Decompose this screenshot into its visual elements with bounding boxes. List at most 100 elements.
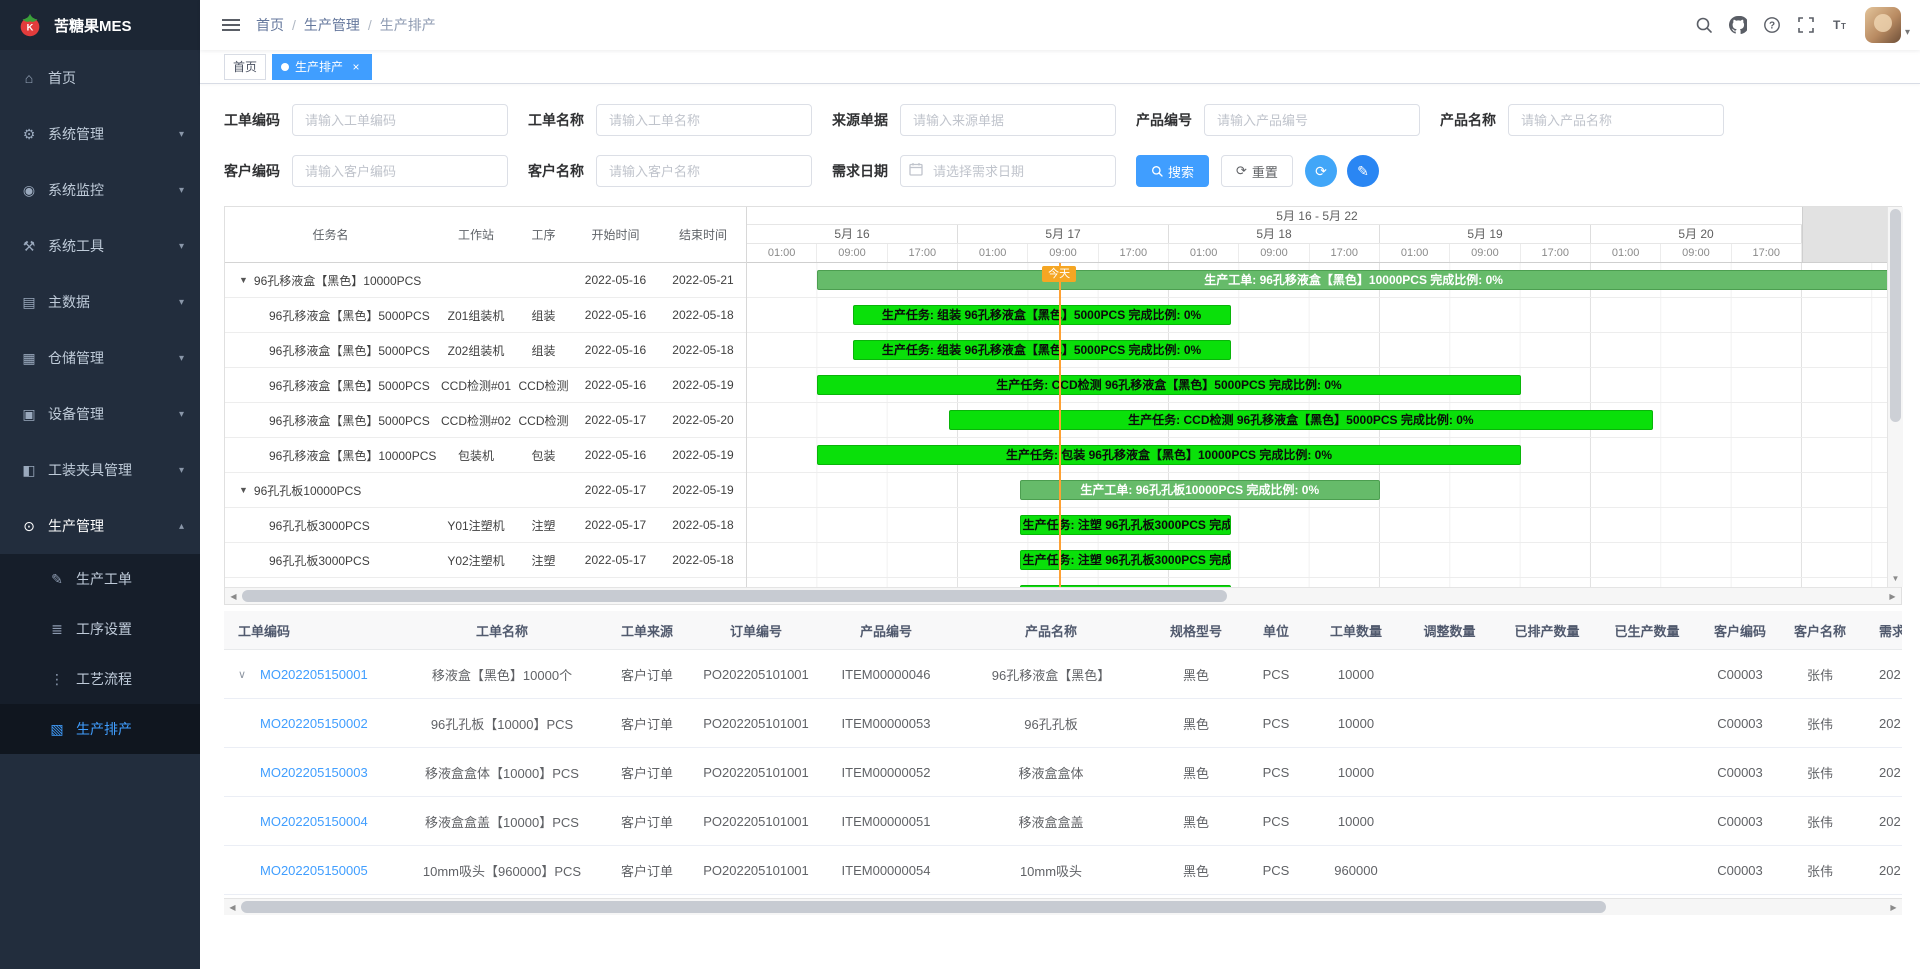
expand-icon[interactable]: ∨ (238, 668, 260, 681)
orders-horizontal-scrollbar[interactable]: ◀ ▶ (224, 898, 1902, 915)
gantt-grid-row[interactable]: 96孔移液盒【黑色】10000PCS包装机包装2022-05-162022-05… (225, 438, 746, 473)
scrollbar-thumb[interactable] (1890, 209, 1901, 422)
gantt-grid-cell: Y01注塑机 (436, 517, 516, 534)
scroll-down-icon[interactable]: ▼ (1888, 571, 1903, 587)
close-icon[interactable]: × (349, 60, 363, 74)
orders-row-0[interactable]: ∨MO202205150001移液盒【黑色】10000个客户订单PO202205… (224, 650, 1902, 699)
sidebar-subitem-1[interactable]: ≣工序设置 (0, 604, 200, 654)
logo-bar[interactable]: K 苦糖果MES (0, 0, 200, 50)
master-data-icon: ▤ (20, 294, 38, 311)
gantt-task-bar[interactable]: 生产任务: 注塑 96孔孔板3000PCS 完成比例: 0% (1020, 515, 1231, 535)
scrollbar-thumb[interactable] (241, 901, 1606, 913)
filter-input-5[interactable] (292, 155, 508, 187)
gantt-task-bar[interactable]: 生产任务: CCD检测 96孔移液盒【黑色】5000PCS 完成比例: 0% (949, 410, 1652, 430)
breadcrumb-item-1[interactable]: 生产管理 (304, 15, 360, 35)
chevron-down-icon[interactable]: ▾ (1905, 27, 1910, 38)
orders-row-1[interactable]: MO20220515000296孔孔板【10000】PCS客户订单PO20220… (224, 699, 1902, 748)
sidebar-subitem-3[interactable]: ▧生产排产 (0, 704, 200, 754)
gantt-horizontal-scrollbar[interactable]: ◀ ▶ (225, 587, 1901, 604)
filter-input-3[interactable] (1204, 104, 1420, 136)
sidebar-toggle-icon[interactable] (222, 16, 240, 34)
gantt-task-bar[interactable]: 生产任务: CCD检测 96孔移液盒【黑色】5000PCS 完成比例: 0% (817, 375, 1520, 395)
filter-input-4[interactable] (1508, 104, 1724, 136)
search-icon[interactable] (1687, 0, 1721, 50)
filter-input-6[interactable] (596, 155, 812, 187)
orders-row-3[interactable]: MO202205150004移液盒盒盖【10000】PCS客户订单PO20220… (224, 797, 1902, 846)
fullscreen-icon[interactable] (1789, 0, 1823, 50)
gantt-hour-label: 09:00 (1028, 244, 1098, 262)
sidebar-item-3[interactable]: ⚒系统工具▾ (0, 218, 200, 274)
user-avatar[interactable] (1865, 7, 1901, 43)
sidebar-item-6[interactable]: ▣设备管理▾ (0, 386, 200, 442)
search-button[interactable]: 搜索 (1136, 155, 1209, 187)
work-order-link[interactable]: MO202205150003 (260, 765, 368, 780)
work-order-link[interactable]: MO202205150001 (260, 667, 368, 682)
work-order-link[interactable]: MO202205150005 (260, 863, 368, 878)
gantt-task-bar[interactable]: 生产任务: 组装 96孔移液盒【黑色】5000PCS 完成比例: 0% (853, 305, 1231, 325)
sidebar-menu: ⌂首页⚙系统管理▾◉系统监控▾⚒系统工具▾▤主数据▾▦仓储管理▾▣设备管理▾◧工… (0, 50, 200, 754)
gantt-grid-row[interactable]: 96孔孔板3000PCSY03注塑机注塑2022-05-172022-05-18 (225, 578, 746, 587)
filter-input-2[interactable] (900, 104, 1116, 136)
gantt-task-bar[interactable]: 生产任务: 注塑 96孔孔板3000PCS 完成比例: 0% (1020, 550, 1231, 570)
gantt-grid-cell: 2022-05-16 (571, 378, 660, 392)
gantt-day-row: 5月 165月 175月 185月 195月 20 (747, 225, 1887, 244)
help-icon[interactable]: ? (1755, 0, 1789, 50)
orders-column-header-0: 工单编码 (224, 621, 402, 640)
gantt-project-bar[interactable]: 生产工单: 96孔移液盒【黑色】10000PCS 完成比例: 0% (817, 270, 1887, 290)
gantt-grid-row[interactable]: 96孔移液盒【黑色】5000PCSZ01组装机组装2022-05-162022-… (225, 298, 746, 333)
filter-input-0[interactable] (292, 104, 508, 136)
reset-button[interactable]: ⟳ 重置 (1221, 155, 1293, 187)
task-name: 96孔移液盒【黑色】10000PCS (254, 272, 421, 289)
tab-1[interactable]: 生产排产× (272, 54, 372, 80)
orders-row-4[interactable]: MO20220515000510mm吸头【960000】PCS客户订单PO202… (224, 846, 1902, 895)
sidebar-item-8[interactable]: ⊙生产管理▴ (0, 498, 200, 554)
work-order-link[interactable]: MO202205150002 (260, 716, 368, 731)
gantt-grid-row[interactable]: ▼96孔孔板10000PCS2022-05-172022-05-19 (225, 473, 746, 508)
breadcrumb-separator: / (368, 17, 372, 33)
gantt-grid-cell: 包装机 (436, 447, 516, 464)
gantt-grid-row[interactable]: 96孔孔板3000PCSY01注塑机注塑2022-05-172022-05-18 (225, 508, 746, 543)
orders-row-2[interactable]: MO202205150003移液盒盒体【10000】PCS客户订单PO20220… (224, 748, 1902, 797)
gantt-grid-row[interactable]: 96孔移液盒【黑色】5000PCSZ02组装机组装2022-05-162022-… (225, 333, 746, 368)
task-name: 96孔移液盒【黑色】5000PCS (269, 412, 430, 429)
orders-cell: PCS (1242, 863, 1310, 878)
gantt-grid-row[interactable]: 96孔移液盒【黑色】5000PCSCCD检测#01CCD检测2022-05-16… (225, 368, 746, 403)
gantt-task-bar[interactable]: 生产任务: 组装 96孔移液盒【黑色】5000PCS 完成比例: 0% (853, 340, 1231, 360)
gantt-grid-row[interactable]: 96孔移液盒【黑色】5000PCSCCD检测#02CCD检测2022-05-17… (225, 403, 746, 438)
sidebar-item-5[interactable]: ▦仓储管理▾ (0, 330, 200, 386)
filter-input-7[interactable] (900, 155, 1116, 187)
work-order-link[interactable]: MO202205150004 (260, 814, 368, 829)
filter-input-1[interactable] (596, 104, 812, 136)
tab-label: 首页 (233, 55, 257, 79)
sidebar-item-1[interactable]: ⚙系统管理▾ (0, 106, 200, 162)
gantt-grid-cell: Y03注塑机 (436, 587, 516, 588)
gantt-project-bar[interactable]: 生产工单: 96孔孔板10000PCS 完成比例: 0% (1020, 480, 1380, 500)
gantt-task-bar[interactable]: 生产任务: 注塑 96孔孔板3000PCS 完成比例: 0% (1020, 585, 1231, 587)
tab-0[interactable]: 首页 (224, 54, 266, 80)
sidebar-item-7[interactable]: ◧工装夹具管理▾ (0, 442, 200, 498)
sidebar-subitem-0[interactable]: ✎生产工单 (0, 554, 200, 604)
scroll-left-icon[interactable]: ◀ (224, 903, 241, 912)
gantt-grid-row[interactable]: 96孔孔板3000PCSY02注塑机注塑2022-05-172022-05-18 (225, 543, 746, 578)
sidebar-item-0[interactable]: ⌂首页 (0, 50, 200, 106)
breadcrumb-item-0[interactable]: 首页 (256, 15, 284, 35)
gantt-grid-body: ▼96孔移液盒【黑色】10000PCS2022-05-162022-05-219… (225, 263, 746, 587)
scroll-right-icon[interactable]: ▶ (1884, 592, 1901, 601)
scrollbar-thumb[interactable] (242, 590, 1227, 602)
collapse-icon[interactable]: ▼ (239, 275, 248, 285)
gantt-vertical-scrollbar[interactable]: ▼ (1887, 207, 1903, 587)
edit-circle-button[interactable]: ✎ (1347, 155, 1379, 187)
gantt-task-bar[interactable]: 生产任务: 包装 96孔移液盒【黑色】10000PCS 完成比例: 0% (817, 445, 1520, 465)
font-size-icon[interactable]: TT (1823, 0, 1857, 50)
github-icon[interactable] (1721, 0, 1755, 50)
sidebar-item-2[interactable]: ◉系统监控▾ (0, 162, 200, 218)
gantt-hour-label: 17:00 (1521, 244, 1591, 262)
sidebar-subitem-2[interactable]: ⋮工艺流程 (0, 654, 200, 704)
sidebar-item-4[interactable]: ▤主数据▾ (0, 274, 200, 330)
collapse-icon[interactable]: ▼ (239, 485, 248, 495)
scroll-left-icon[interactable]: ◀ (225, 592, 242, 601)
refresh-circle-button[interactable]: ⟳ (1305, 155, 1337, 187)
scroll-right-icon[interactable]: ▶ (1885, 903, 1902, 912)
gantt-grid-cell: 2022-05-19 (660, 448, 746, 462)
gantt-grid-row[interactable]: ▼96孔移液盒【黑色】10000PCS2022-05-162022-05-21 (225, 263, 746, 298)
